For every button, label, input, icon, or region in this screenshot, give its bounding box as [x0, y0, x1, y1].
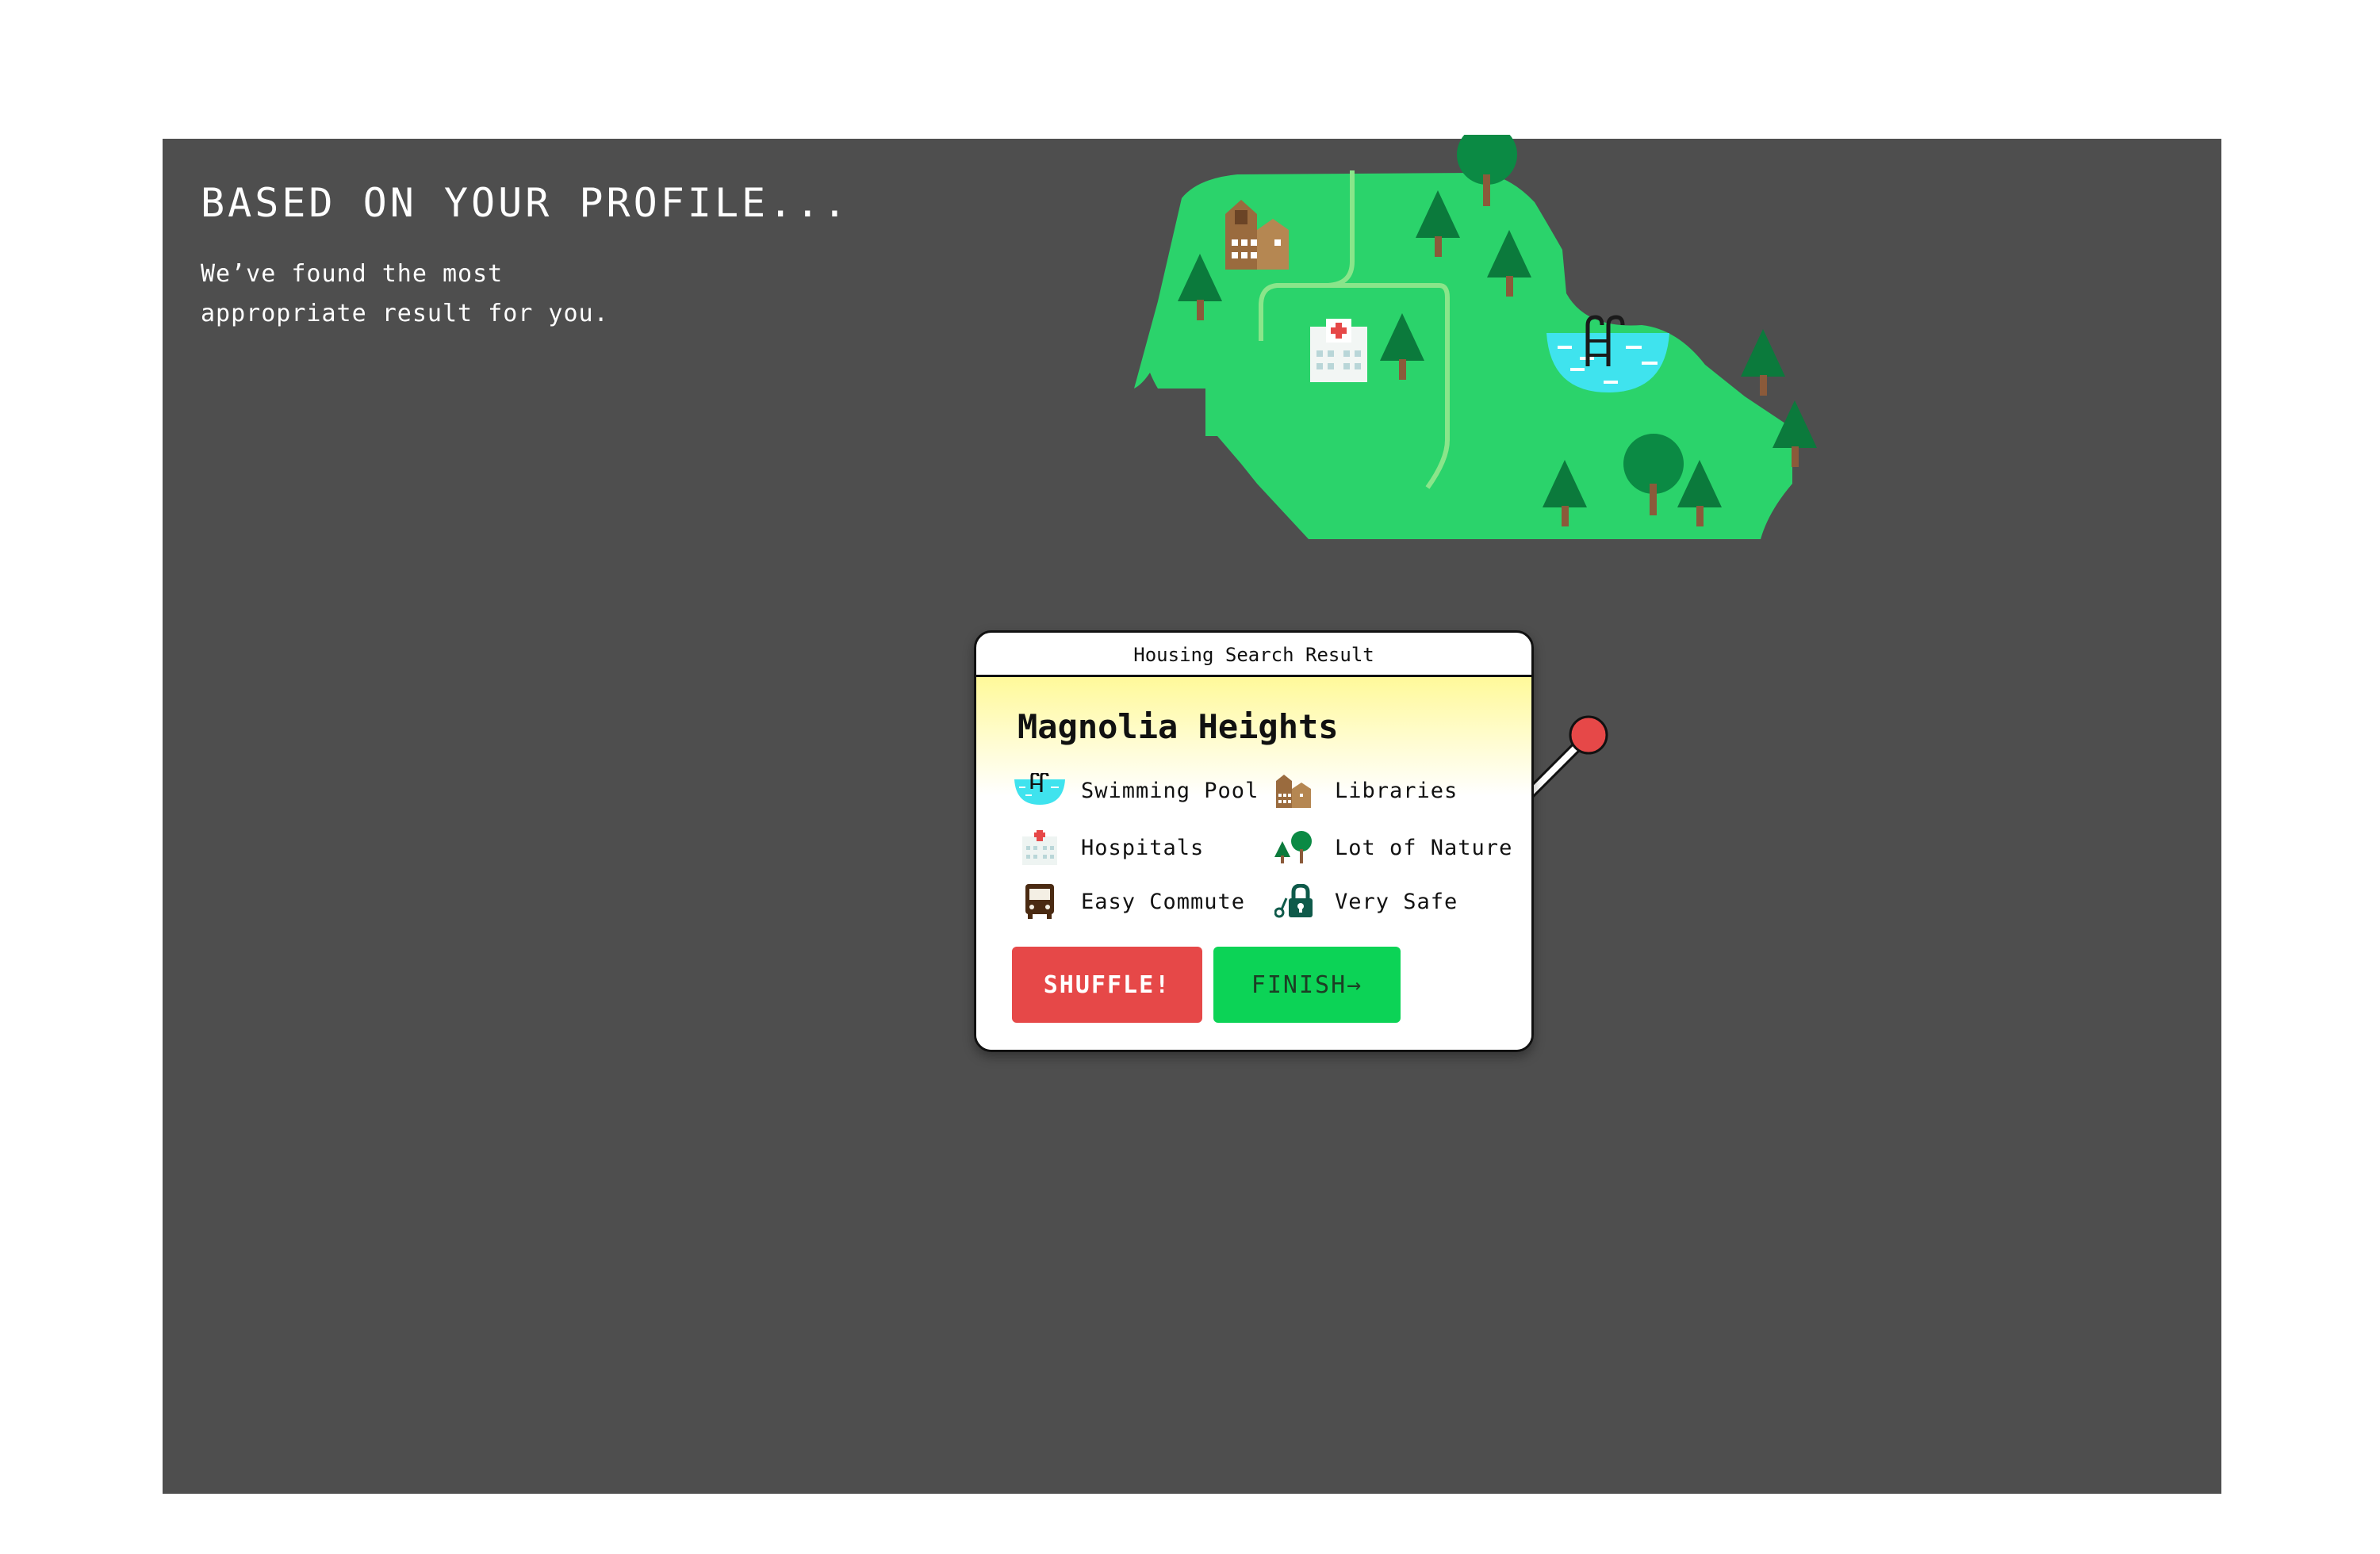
card-body: Magnolia Heights Swimming Pool Libraries… [976, 677, 1531, 1050]
amenity-label: Very Safe [1335, 889, 1458, 914]
library-icon [1268, 768, 1319, 813]
amenity-hospitals: Hospitals [1014, 825, 1204, 870]
place-name: Magnolia Heights [1018, 707, 1339, 746]
subtitle-line-1: We’ve found the most [201, 260, 504, 288]
amenity-label: Lot of Nature [1335, 835, 1513, 860]
neighborhood-map [1134, 135, 1817, 539]
pine-tree-icon [1741, 329, 1785, 396]
amenity-safety: Very Safe [1268, 879, 1458, 924]
map-hospital-icon [1310, 319, 1367, 382]
amenity-label: Libraries [1335, 778, 1458, 803]
hospital-icon [1014, 825, 1065, 870]
map-pin-icon [1525, 715, 1608, 798]
page-subtitle: We’ve found the most appropriate result … [201, 255, 645, 334]
amenity-label: Easy Commute [1081, 889, 1246, 914]
amenity-label: Swimming Pool [1081, 778, 1259, 803]
amenity-commute: Easy Commute [1014, 879, 1245, 924]
bus-icon [1014, 879, 1065, 924]
amenity-libraries: Libraries [1268, 768, 1458, 813]
amenity-nature: Lot of Nature [1268, 825, 1512, 870]
card-title-bar: Housing Search Result [976, 633, 1531, 677]
finish-button[interactable]: FINISH→ [1213, 947, 1401, 1023]
page-title: BASED ON YOUR PROFILE... [201, 180, 850, 226]
swimming-pool-icon [1014, 768, 1065, 813]
lock-icon [1268, 879, 1319, 924]
amenity-label: Hospitals [1081, 835, 1205, 860]
trees-icon [1268, 825, 1319, 870]
subtitle-line-2: appropriate result for you. [201, 300, 609, 327]
amenity-swimming-pool: Swimming Pool [1014, 768, 1259, 813]
shuffle-button[interactable]: SHUFFLE! [1012, 947, 1202, 1023]
result-card: Housing Search Result Magnolia Heights S… [974, 630, 1534, 1052]
